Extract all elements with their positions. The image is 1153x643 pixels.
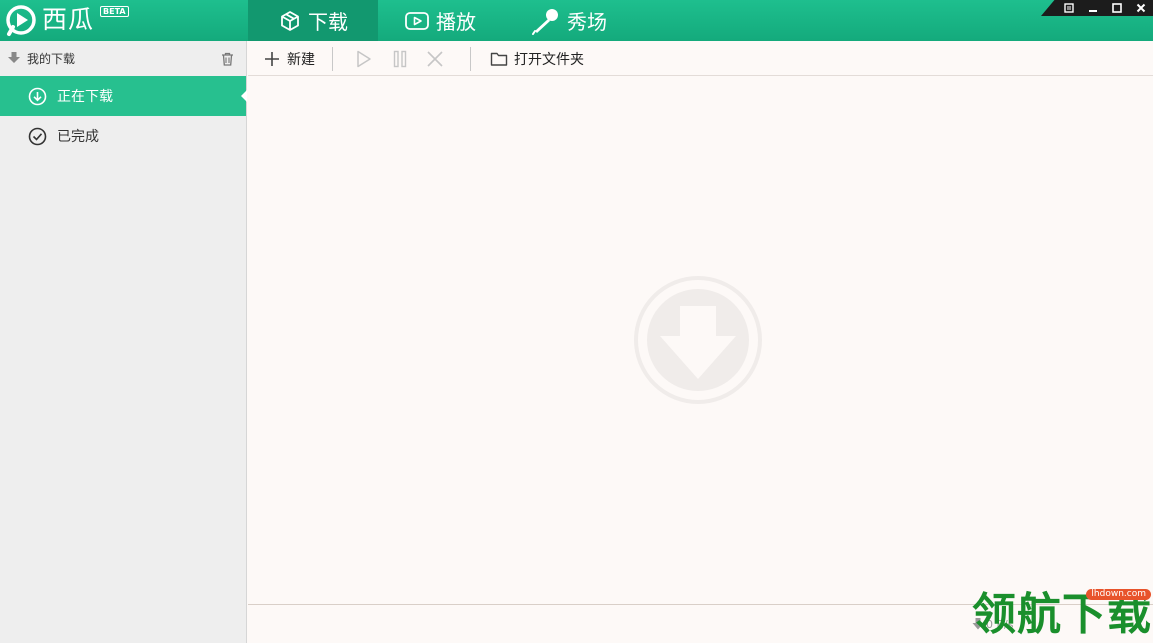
play-screen-icon [405, 11, 429, 30]
toolbar-divider [332, 47, 333, 71]
app-logo-icon [6, 5, 36, 36]
minimize-icon [1089, 10, 1097, 12]
beta-badge: BETA [100, 6, 129, 17]
pause-icon [393, 50, 407, 67]
tab-download[interactable]: 下载 [248, 0, 378, 41]
watermark-url: lhdown.com [1086, 589, 1151, 600]
sidebar-header: 我的下载 [0, 41, 246, 75]
open-folder-button[interactable]: 打开文件夹 [490, 41, 584, 76]
box-icon [281, 10, 299, 31]
new-button-label: 新建 [287, 51, 315, 68]
plus-icon [265, 51, 279, 66]
tab-play[interactable]: 播放 [404, 0, 476, 41]
minimize-button[interactable] [1081, 0, 1105, 16]
close-button[interactable] [1129, 0, 1153, 16]
x-icon [427, 50, 443, 67]
sidebar: 我的下载 正在下载 已完成 [0, 41, 247, 643]
empty-download-icon [634, 276, 762, 404]
folder-icon [490, 52, 508, 66]
window-controls [1041, 0, 1153, 16]
start-button[interactable] [356, 41, 372, 76]
title-bar: 西瓜 BETA 下载 播放 秀场 [0, 0, 1153, 41]
tab-show[interactable]: 秀场 [531, 0, 607, 41]
site-watermark: 领航下载 lhdown.com [968, 586, 1153, 643]
tab-label: 秀场 [567, 10, 607, 34]
sidebar-item-label: 正在下载 [57, 89, 113, 105]
trash-icon[interactable] [221, 52, 234, 66]
new-button[interactable]: 新建 [264, 41, 315, 76]
delete-button[interactable] [426, 41, 444, 76]
microphone-icon [532, 8, 558, 35]
download-list-area[interactable] [248, 77, 1153, 604]
sidebar-item-completed[interactable]: 已完成 [0, 116, 246, 156]
toolbar: 新建 打开文件夹 [248, 41, 1153, 76]
maximize-icon [1112, 3, 1122, 13]
sidebar-item-downloading[interactable]: 正在下载 [0, 76, 247, 116]
open-folder-label: 打开文件夹 [514, 51, 584, 68]
arrow-down-icon [8, 52, 20, 63]
check-circle-icon [28, 127, 47, 145]
sidebar-item-label: 已完成 [57, 129, 99, 145]
download-circle-icon [28, 87, 47, 105]
toolbar-divider [470, 47, 471, 71]
tab-label: 播放 [436, 10, 476, 34]
tab-label: 下载 [308, 10, 348, 34]
sidebar-header-label: 我的下载 [27, 51, 76, 66]
pause-button[interactable] [392, 41, 408, 76]
close-icon [1136, 3, 1146, 13]
app-name: 西瓜 [42, 5, 95, 34]
play-icon [357, 50, 371, 67]
restore-icon [1064, 3, 1074, 13]
maximize-button[interactable] [1105, 0, 1129, 16]
restore-button[interactable] [1057, 0, 1081, 16]
